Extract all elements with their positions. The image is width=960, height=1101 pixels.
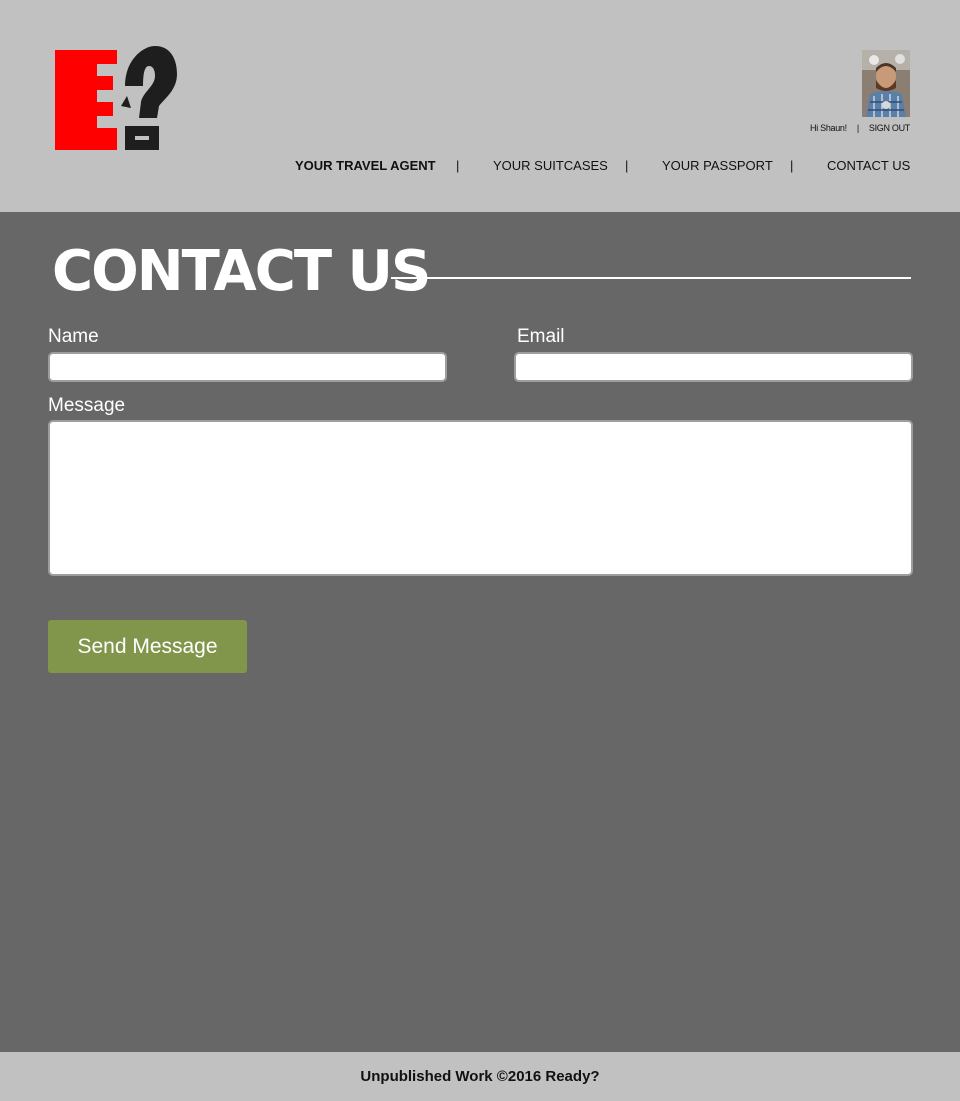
- email-input[interactable]: [514, 352, 913, 382]
- user-bar-separator: |: [856, 123, 859, 133]
- user-avatar[interactable]: [862, 50, 910, 117]
- site-footer: Unpublished Work ©2016 Ready?: [0, 1052, 960, 1101]
- nav-item-passport[interactable]: YOUR PASSPORT: [662, 158, 773, 173]
- sign-out-link[interactable]: SIGN OUT: [869, 123, 910, 133]
- name-label: Name: [48, 326, 99, 347]
- nav-separator: |: [625, 158, 629, 173]
- message-label: Message: [48, 395, 126, 416]
- nav-item-contact-us[interactable]: CONTACT US: [827, 158, 910, 173]
- title-divider: [391, 277, 911, 279]
- message-textarea[interactable]: [48, 420, 913, 576]
- avatar-icon: [862, 50, 910, 117]
- logo-icon: [55, 46, 177, 150]
- email-label: Email: [517, 326, 565, 347]
- nav-item-suitcases[interactable]: YOUR SUITCASES: [493, 158, 608, 173]
- main-nav: YOUR TRAVEL AGENT | YOUR SUITCASES | YOU…: [0, 158, 960, 174]
- user-greeting: Hi Shaun!: [810, 123, 847, 133]
- send-message-button[interactable]: Send Message: [48, 620, 247, 673]
- nav-separator: |: [456, 158, 460, 173]
- footer-copyright: Unpublished Work ©2016 Ready?: [360, 1068, 600, 1085]
- nav-separator: |: [790, 158, 794, 173]
- user-bar: Hi Shaun! | SIGN OUT: [810, 123, 910, 133]
- site-header: Hi Shaun! | SIGN OUT YOUR TRAVEL AGENT | Y…: [0, 0, 960, 212]
- name-input[interactable]: [48, 352, 447, 382]
- page-title: CONTACT US: [52, 239, 431, 304]
- nav-item-travel-agent[interactable]: YOUR TRAVEL AGENT: [295, 158, 436, 173]
